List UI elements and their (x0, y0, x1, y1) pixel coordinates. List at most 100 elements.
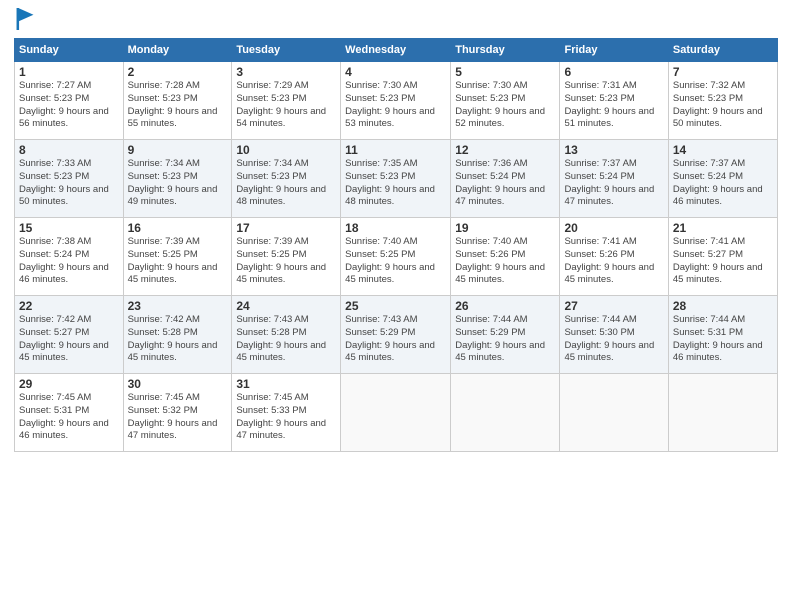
day-number: 27 (564, 299, 663, 313)
day-number: 29 (19, 377, 119, 391)
day-info: Sunrise: 7:37 AMSunset: 5:24 PMDaylight:… (673, 158, 763, 207)
day-number: 2 (128, 65, 228, 79)
day-info: Sunrise: 7:37 AMSunset: 5:24 PMDaylight:… (564, 158, 654, 207)
day-info: Sunrise: 7:34 AMSunset: 5:23 PMDaylight:… (236, 158, 326, 207)
day-info: Sunrise: 7:39 AMSunset: 5:25 PMDaylight:… (128, 236, 218, 285)
day-info: Sunrise: 7:41 AMSunset: 5:26 PMDaylight:… (564, 236, 654, 285)
calendar-cell (451, 374, 560, 452)
day-number: 18 (345, 221, 446, 235)
day-number: 25 (345, 299, 446, 313)
page-header (14, 10, 778, 32)
calendar-cell: 3 Sunrise: 7:29 AMSunset: 5:23 PMDayligh… (232, 62, 341, 140)
calendar-week-row: 15 Sunrise: 7:38 AMSunset: 5:24 PMDaylig… (15, 218, 778, 296)
calendar-cell: 12 Sunrise: 7:36 AMSunset: 5:24 PMDaylig… (451, 140, 560, 218)
day-info: Sunrise: 7:39 AMSunset: 5:25 PMDaylight:… (236, 236, 326, 285)
calendar-header-row: Sunday Monday Tuesday Wednesday Thursday… (15, 39, 778, 62)
day-number: 7 (673, 65, 773, 79)
calendar-cell: 1 Sunrise: 7:27 AMSunset: 5:23 PMDayligh… (15, 62, 124, 140)
calendar-cell: 23 Sunrise: 7:42 AMSunset: 5:28 PMDaylig… (123, 296, 232, 374)
calendar-cell: 25 Sunrise: 7:43 AMSunset: 5:29 PMDaylig… (341, 296, 451, 374)
calendar-cell: 30 Sunrise: 7:45 AMSunset: 5:32 PMDaylig… (123, 374, 232, 452)
calendar-week-row: 8 Sunrise: 7:33 AMSunset: 5:23 PMDayligh… (15, 140, 778, 218)
day-number: 23 (128, 299, 228, 313)
day-number: 19 (455, 221, 555, 235)
col-thursday: Thursday (451, 39, 560, 62)
day-info: Sunrise: 7:38 AMSunset: 5:24 PMDaylight:… (19, 236, 109, 285)
logo-flag-icon (16, 8, 34, 30)
day-number: 21 (673, 221, 773, 235)
calendar-cell: 2 Sunrise: 7:28 AMSunset: 5:23 PMDayligh… (123, 62, 232, 140)
day-info: Sunrise: 7:44 AMSunset: 5:31 PMDaylight:… (673, 314, 763, 363)
day-info: Sunrise: 7:43 AMSunset: 5:28 PMDaylight:… (236, 314, 326, 363)
calendar-cell: 22 Sunrise: 7:42 AMSunset: 5:27 PMDaylig… (15, 296, 124, 374)
day-number: 28 (673, 299, 773, 313)
day-info: Sunrise: 7:31 AMSunset: 5:23 PMDaylight:… (564, 80, 654, 129)
calendar-cell (341, 374, 451, 452)
calendar-week-row: 1 Sunrise: 7:27 AMSunset: 5:23 PMDayligh… (15, 62, 778, 140)
day-number: 24 (236, 299, 336, 313)
day-info: Sunrise: 7:28 AMSunset: 5:23 PMDaylight:… (128, 80, 218, 129)
day-info: Sunrise: 7:44 AMSunset: 5:29 PMDaylight:… (455, 314, 545, 363)
col-tuesday: Tuesday (232, 39, 341, 62)
day-info: Sunrise: 7:45 AMSunset: 5:33 PMDaylight:… (236, 392, 326, 441)
day-info: Sunrise: 7:44 AMSunset: 5:30 PMDaylight:… (564, 314, 654, 363)
logo-icon (14, 10, 34, 32)
day-number: 16 (128, 221, 228, 235)
calendar-cell (560, 374, 668, 452)
calendar-cell: 14 Sunrise: 7:37 AMSunset: 5:24 PMDaylig… (668, 140, 777, 218)
calendar-cell: 20 Sunrise: 7:41 AMSunset: 5:26 PMDaylig… (560, 218, 668, 296)
logo (14, 10, 34, 32)
calendar-cell (668, 374, 777, 452)
calendar-cell: 8 Sunrise: 7:33 AMSunset: 5:23 PMDayligh… (15, 140, 124, 218)
calendar-cell: 28 Sunrise: 7:44 AMSunset: 5:31 PMDaylig… (668, 296, 777, 374)
col-sunday: Sunday (15, 39, 124, 62)
day-number: 6 (564, 65, 663, 79)
day-number: 9 (128, 143, 228, 157)
calendar-cell: 26 Sunrise: 7:44 AMSunset: 5:29 PMDaylig… (451, 296, 560, 374)
day-info: Sunrise: 7:30 AMSunset: 5:23 PMDaylight:… (455, 80, 545, 129)
calendar-cell: 10 Sunrise: 7:34 AMSunset: 5:23 PMDaylig… (232, 140, 341, 218)
calendar-cell: 27 Sunrise: 7:44 AMSunset: 5:30 PMDaylig… (560, 296, 668, 374)
day-info: Sunrise: 7:27 AMSunset: 5:23 PMDaylight:… (19, 80, 109, 129)
calendar-cell: 6 Sunrise: 7:31 AMSunset: 5:23 PMDayligh… (560, 62, 668, 140)
col-monday: Monday (123, 39, 232, 62)
calendar-cell: 4 Sunrise: 7:30 AMSunset: 5:23 PMDayligh… (341, 62, 451, 140)
day-info: Sunrise: 7:40 AMSunset: 5:25 PMDaylight:… (345, 236, 435, 285)
day-number: 5 (455, 65, 555, 79)
day-number: 30 (128, 377, 228, 391)
day-info: Sunrise: 7:33 AMSunset: 5:23 PMDaylight:… (19, 158, 109, 207)
calendar-cell: 18 Sunrise: 7:40 AMSunset: 5:25 PMDaylig… (341, 218, 451, 296)
day-info: Sunrise: 7:29 AMSunset: 5:23 PMDaylight:… (236, 80, 326, 129)
calendar-cell: 17 Sunrise: 7:39 AMSunset: 5:25 PMDaylig… (232, 218, 341, 296)
calendar-week-row: 29 Sunrise: 7:45 AMSunset: 5:31 PMDaylig… (15, 374, 778, 452)
calendar-cell: 11 Sunrise: 7:35 AMSunset: 5:23 PMDaylig… (341, 140, 451, 218)
calendar-cell: 19 Sunrise: 7:40 AMSunset: 5:26 PMDaylig… (451, 218, 560, 296)
calendar-cell: 31 Sunrise: 7:45 AMSunset: 5:33 PMDaylig… (232, 374, 341, 452)
day-info: Sunrise: 7:41 AMSunset: 5:27 PMDaylight:… (673, 236, 763, 285)
day-number: 11 (345, 143, 446, 157)
day-number: 3 (236, 65, 336, 79)
page-container: Sunday Monday Tuesday Wednesday Thursday… (0, 0, 792, 462)
day-info: Sunrise: 7:36 AMSunset: 5:24 PMDaylight:… (455, 158, 545, 207)
calendar-cell: 9 Sunrise: 7:34 AMSunset: 5:23 PMDayligh… (123, 140, 232, 218)
day-info: Sunrise: 7:42 AMSunset: 5:28 PMDaylight:… (128, 314, 218, 363)
day-number: 17 (236, 221, 336, 235)
calendar-cell: 24 Sunrise: 7:43 AMSunset: 5:28 PMDaylig… (232, 296, 341, 374)
day-number: 13 (564, 143, 663, 157)
col-saturday: Saturday (668, 39, 777, 62)
calendar-cell: 13 Sunrise: 7:37 AMSunset: 5:24 PMDaylig… (560, 140, 668, 218)
day-number: 20 (564, 221, 663, 235)
calendar-week-row: 22 Sunrise: 7:42 AMSunset: 5:27 PMDaylig… (15, 296, 778, 374)
day-number: 10 (236, 143, 336, 157)
calendar-cell: 15 Sunrise: 7:38 AMSunset: 5:24 PMDaylig… (15, 218, 124, 296)
day-info: Sunrise: 7:45 AMSunset: 5:32 PMDaylight:… (128, 392, 218, 441)
day-info: Sunrise: 7:43 AMSunset: 5:29 PMDaylight:… (345, 314, 435, 363)
day-info: Sunrise: 7:30 AMSunset: 5:23 PMDaylight:… (345, 80, 435, 129)
day-info: Sunrise: 7:32 AMSunset: 5:23 PMDaylight:… (673, 80, 763, 129)
calendar-table: Sunday Monday Tuesday Wednesday Thursday… (14, 38, 778, 452)
day-info: Sunrise: 7:42 AMSunset: 5:27 PMDaylight:… (19, 314, 109, 363)
day-info: Sunrise: 7:35 AMSunset: 5:23 PMDaylight:… (345, 158, 435, 207)
calendar-cell: 5 Sunrise: 7:30 AMSunset: 5:23 PMDayligh… (451, 62, 560, 140)
calendar-cell: 7 Sunrise: 7:32 AMSunset: 5:23 PMDayligh… (668, 62, 777, 140)
day-number: 8 (19, 143, 119, 157)
